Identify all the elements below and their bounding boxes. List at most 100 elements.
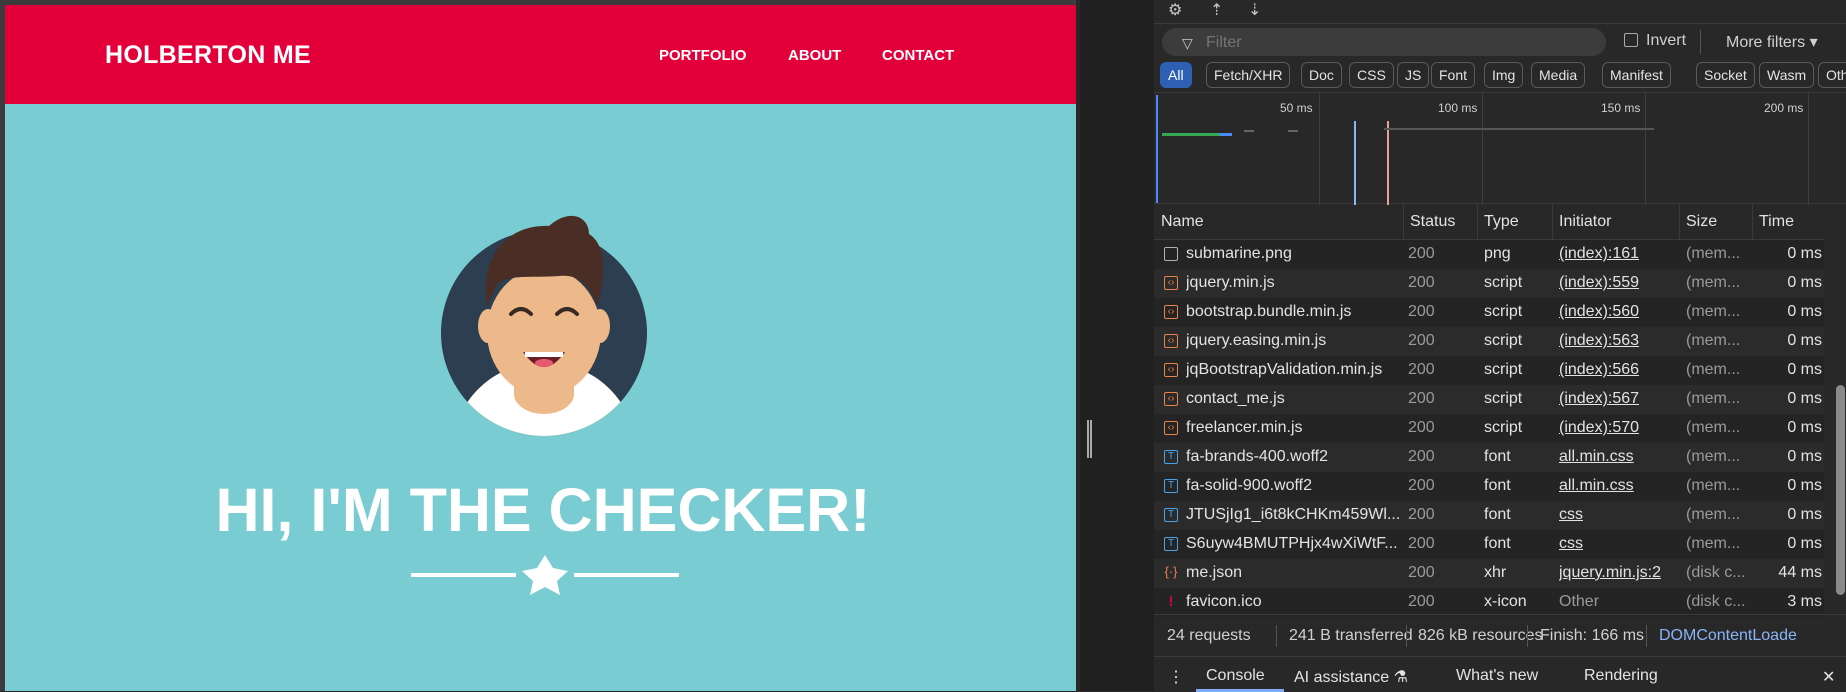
column-name[interactable]: Name [1161,213,1204,231]
script-icon: ‹› [1164,392,1178,406]
xhr-icon: {·} [1164,564,1178,579]
request-row[interactable]: ‹› freelancer.min.js 200 script (index):570 (… [1154,414,1824,443]
request-row[interactable]: ! favicon.ico 200 x-icon Other (disk c... 3 ms [1154,588,1824,617]
request-type: x-icon [1484,593,1527,610]
scrollbar-thumb[interactable] [1836,385,1845,595]
filter-input[interactable] [1206,34,1596,52]
type-filter-all[interactable]: All [1160,62,1192,88]
timeline-bar [1499,128,1649,130]
request-row[interactable]: ‹› jqBootstrapValidation.min.js 200 script (… [1154,356,1824,385]
request-status: 200 [1408,419,1435,436]
request-type: script [1484,332,1523,349]
request-type: font [1484,506,1511,523]
request-row[interactable]: {·} me.json 200 xhr jquery.min.js:2 (disk c..… [1154,559,1824,588]
type-filter-wasm[interactable]: Wasm [1759,62,1815,88]
request-initiator[interactable]: jquery.min.js:2 [1559,564,1679,582]
type-filter-manifest[interactable]: Manifest [1602,62,1671,88]
tab-ai-assistance[interactable]: AI assistance ⚗ [1294,667,1408,687]
request-row[interactable]: T S6uyw4BMUTPHjx4wXiWtF... 200 font css (mem.… [1154,530,1824,559]
type-filter-fetch-xhr[interactable]: Fetch/XHR [1206,62,1291,88]
summary-divider [1276,625,1277,647]
timeline-tick-label: 150 ms [1601,101,1641,115]
request-initiator[interactable]: all.min.css [1559,448,1679,466]
network-conditions-icon[interactable]: ⚙ [1168,0,1182,20]
summary-domcontentloaded[interactable]: DOMContentLoade [1659,627,1797,645]
more-filters-dropdown[interactable]: More filters ▾ [1726,32,1818,52]
nav-link-about[interactable]: ABOUT [788,47,841,64]
summary-requests: 24 requests [1167,627,1251,644]
drawer-menu-icon[interactable]: ⋮ [1168,667,1184,687]
script-icon: ‹› [1164,276,1178,290]
request-size: (mem... [1686,303,1741,320]
type-filter-css[interactable]: CSS [1349,62,1394,88]
upload-icon[interactable]: ⇡ [1210,0,1223,20]
request-row[interactable]: Tfa-solid-900.woff2 200 font all.min.css (me… [1154,472,1824,501]
request-size: (mem... [1686,361,1741,378]
column-type[interactable]: Type [1484,213,1519,231]
summary-divider [1527,625,1528,647]
request-row[interactable]: ‹› bootstrap.bundle.min.js 200 script (index… [1154,298,1824,327]
column-size[interactable]: Size [1686,213,1717,231]
type-filter-img[interactable]: Img [1484,62,1524,88]
brand-logo[interactable]: HOLBERTON ME [105,41,311,70]
summary-transferred: 241 B transferred [1289,627,1413,644]
tab-whats-new[interactable]: What's new [1456,667,1538,685]
request-row[interactable]: submarine.png 200 png (index):161 (mem... 0 m… [1154,240,1824,269]
filter-box[interactable]: ▽ [1162,28,1606,56]
request-status: 200 [1408,245,1435,262]
request-time: 0 ms [1787,535,1822,552]
type-filter-font[interactable]: Font [1431,62,1476,88]
request-initiator[interactable]: (index):570 [1559,419,1679,437]
nav-link-portfolio[interactable]: PORTFOLIO [659,47,747,64]
request-initiator[interactable]: (index):559 [1559,274,1679,292]
request-initiator[interactable]: css [1559,506,1679,524]
timeline-tick-label: 100 ms [1438,101,1478,115]
request-status: 200 [1408,274,1435,291]
request-initiator[interactable]: (index):563 [1559,332,1679,350]
type-filter-socket[interactable]: Socket [1696,62,1755,88]
column-time[interactable]: Time [1759,213,1794,231]
request-time: 0 ms [1787,477,1822,494]
request-name: me.json [1186,564,1243,581]
request-size: (mem... [1686,535,1741,552]
request-row[interactable]: ‹› contact_me.js 200 script (index):567 (mem.… [1154,385,1824,414]
timeline-start-marker [1156,95,1158,203]
request-initiator[interactable]: (index):560 [1559,303,1679,321]
request-time: 0 ms [1787,390,1822,407]
tab-rendering[interactable]: Rendering [1584,667,1658,685]
request-initiator[interactable]: (index):161 [1559,245,1679,263]
type-filter-doc[interactable]: Doc [1301,62,1342,88]
invert-checkbox[interactable] [1624,33,1638,47]
request-row[interactable]: Tfa-brands-400.woff2 200 font all.min.css (m… [1154,443,1824,472]
request-initiator[interactable]: all.min.css [1559,477,1679,495]
request-type: font [1484,535,1511,552]
image-icon [1164,247,1178,261]
avatar [441,215,647,436]
tab-console[interactable]: Console [1206,667,1265,685]
panel-splitter[interactable] [1080,0,1154,691]
request-type: script [1484,274,1523,291]
request-size: (mem... [1686,506,1741,523]
request-row[interactable]: ‹› jquery.min.js 200 script (index):559 (mem.… [1154,269,1824,298]
nav-link-contact[interactable]: CONTACT [882,47,954,64]
download-icon[interactable]: ⇣ [1248,0,1261,20]
request-status: 200 [1408,593,1435,610]
devtools-network-panel: ⚙ ⇡ ⇣ ▽ Invert More filters ▾ All Fetch/… [1154,0,1846,692]
request-size: (mem... [1686,245,1741,262]
column-status[interactable]: Status [1410,213,1455,231]
request-initiator[interactable]: css [1559,535,1679,553]
network-overview-timeline[interactable]: 50 ms 100 ms 150 ms 200 ms [1154,92,1846,205]
page-viewport: HOLBERTON ME PORTFOLIO ABOUT CONTACT HI,… [0,0,1076,691]
close-drawer-icon[interactable]: ✕ [1822,667,1835,687]
type-filter-media[interactable]: Media [1531,62,1586,88]
request-time: 0 ms [1787,245,1822,262]
column-initiator[interactable]: Initiator [1559,213,1611,231]
type-filter-js[interactable]: JS [1397,62,1430,88]
request-row[interactable]: ‹› jquery.easing.min.js 200 script (index):5… [1154,327,1824,356]
request-initiator[interactable]: (index):567 [1559,390,1679,408]
request-initiator[interactable]: (index):566 [1559,361,1679,379]
type-filter-other[interactable]: Oth [1818,62,1846,88]
request-name: freelancer.min.js [1186,419,1303,436]
splitter-handle-icon[interactable] [1087,420,1092,458]
request-row[interactable]: T JTUSjIg1_i6t8kCHKm459Wl... 200 font css (me… [1154,501,1824,530]
